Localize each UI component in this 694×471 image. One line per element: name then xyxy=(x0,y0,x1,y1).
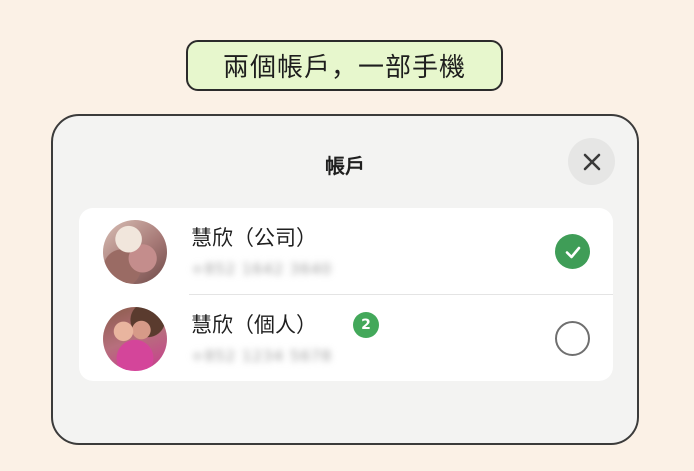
unselected-radio-button[interactable] xyxy=(555,321,590,356)
unread-badge: 2 xyxy=(353,312,379,338)
avatar xyxy=(103,307,167,371)
close-icon xyxy=(583,153,600,170)
selected-check-button[interactable] xyxy=(555,234,590,269)
checkmark-icon xyxy=(565,246,580,258)
close-button[interactable] xyxy=(568,138,615,185)
caption-text: 兩個帳戶，一部手機 xyxy=(222,53,466,83)
account-phone: +852 1234 5678 xyxy=(191,347,333,365)
accounts-sheet: 帳戶 慧欣（公司） +852 1642 3640 慧欣（個人） 2 +852 1… xyxy=(51,114,639,445)
caption-banner: 兩個帳戶，一部手機 xyxy=(186,40,503,91)
sheet-title: 帳戶 xyxy=(325,154,365,178)
account-phone: +852 1642 3640 xyxy=(191,260,333,278)
account-name: 慧欣（公司） xyxy=(191,226,317,250)
account-list: 慧欣（公司） +852 1642 3640 慧欣（個人） 2 +852 1234… xyxy=(79,208,613,381)
account-name: 慧欣（個人） xyxy=(191,313,317,337)
account-row-personal[interactable]: 慧欣（個人） 2 +852 1234 5678 xyxy=(79,295,613,381)
account-row-work[interactable]: 慧欣（公司） +852 1642 3640 xyxy=(79,208,613,294)
avatar xyxy=(103,220,167,284)
